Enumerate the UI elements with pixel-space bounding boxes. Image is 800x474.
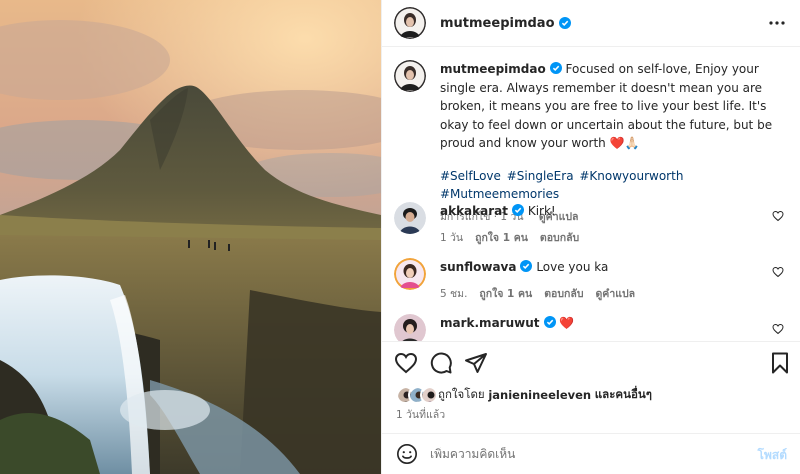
comment-meta: 1 วัน ถูกใจ 1 คน ตอบกลับ bbox=[440, 229, 760, 246]
commenter-username[interactable]: mark.maruwut bbox=[440, 316, 540, 330]
bookmark-icon[interactable] bbox=[768, 351, 792, 375]
comment-body: sunflowava Love you ka 5 ชม. ถูกใจ 1 คน ตอ… bbox=[440, 258, 760, 302]
caption-hashtags[interactable]: #SelfLove #SingleEra #Knowyourworth #Mut… bbox=[440, 167, 780, 204]
comment-like-heart-icon[interactable] bbox=[772, 210, 784, 222]
author-avatar[interactable] bbox=[394, 7, 426, 39]
commenter-username[interactable]: sunflowava bbox=[440, 260, 516, 274]
comment-time: 5 ชม. bbox=[440, 288, 468, 300]
send-icon[interactable] bbox=[464, 351, 488, 375]
comment-body: akkakarat Kirk! 1 วัน ถูกใจ 1 คน ตอบกลับ bbox=[440, 202, 760, 246]
verified-badge-icon bbox=[543, 315, 556, 328]
comment-like-heart-icon[interactable] bbox=[772, 266, 784, 278]
verified-badge-icon bbox=[549, 61, 562, 74]
commenter-avatar[interactable] bbox=[394, 202, 426, 234]
comment-likes[interactable]: ถูกใจ 1 คน bbox=[475, 232, 528, 244]
comment-text: ❤️ bbox=[559, 316, 575, 330]
liked-by-user[interactable]: janienineeleven bbox=[488, 388, 591, 402]
comment-text: Kirk! bbox=[527, 204, 556, 218]
verified-badge-icon bbox=[558, 17, 571, 29]
post-actions: ถูกใจโดย janienineeleven และคนอื่นๆ 1 วั… bbox=[382, 341, 800, 441]
caption-avatar[interactable] bbox=[394, 60, 426, 92]
caption-emoji: ❤️🙏🏻 bbox=[609, 136, 640, 150]
comment-item: sunflowava Love you ka 5 ชม. ถูกใจ 1 คน ตอ… bbox=[394, 258, 794, 302]
reply-button[interactable]: ตอบกลับ bbox=[544, 288, 583, 300]
post-timestamp[interactable]: 1 วันที่แล้ว bbox=[396, 406, 445, 423]
caption-username[interactable]: mutmeepimdao bbox=[440, 62, 546, 76]
verified-badge-icon bbox=[512, 203, 524, 216]
liked-by-others[interactable]: และคนอื่นๆ bbox=[595, 386, 652, 404]
instagram-post: mutmeepimdao mutmeepimdao Focused on sel… bbox=[0, 0, 800, 474]
commenter-username[interactable]: akkakarat bbox=[440, 204, 508, 218]
comment-like-heart-icon[interactable] bbox=[772, 323, 784, 335]
comment-icon[interactable] bbox=[429, 351, 453, 375]
comment-time: 1 วัน bbox=[440, 232, 464, 244]
heart-icon[interactable] bbox=[394, 351, 418, 375]
mountain-waterfall-image bbox=[0, 0, 381, 474]
post-details-panel: mutmeepimdao mutmeepimdao Focused on sel… bbox=[381, 0, 800, 474]
comment-item: akkakarat Kirk! 1 วัน ถูกใจ 1 คน ตอบกลับ bbox=[394, 202, 794, 246]
comment-likes[interactable]: ถูกใจ 1 คน bbox=[479, 288, 532, 300]
verified-badge-icon bbox=[520, 259, 533, 272]
liker-avatars[interactable] bbox=[396, 386, 438, 404]
smile-icon[interactable] bbox=[396, 443, 418, 465]
comment-input[interactable] bbox=[430, 447, 730, 461]
add-comment-bar: โพสต์ bbox=[382, 433, 800, 474]
liked-by: ถูกใจโดย janienineeleven และคนอื่นๆ bbox=[396, 386, 652, 404]
post-photo[interactable] bbox=[0, 0, 381, 474]
see-translation-link[interactable]: ดูคำแปล bbox=[595, 288, 635, 300]
liked-by-prefix: ถูกใจโดย bbox=[438, 387, 485, 401]
reply-button[interactable]: ตอบกลับ bbox=[540, 232, 579, 244]
author-username[interactable]: mutmeepimdao bbox=[440, 16, 555, 31]
commenter-avatar[interactable] bbox=[394, 258, 426, 290]
post-comment-button[interactable]: โพสต์ bbox=[758, 446, 787, 465]
comment-meta: 5 ชม. ถูกใจ 1 คน ตอบกลับ ดูคำแปล bbox=[440, 285, 760, 302]
more-options-icon[interactable] bbox=[767, 13, 787, 33]
post-header: mutmeepimdao bbox=[382, 0, 800, 47]
comment-text: Love you ka bbox=[536, 260, 609, 274]
